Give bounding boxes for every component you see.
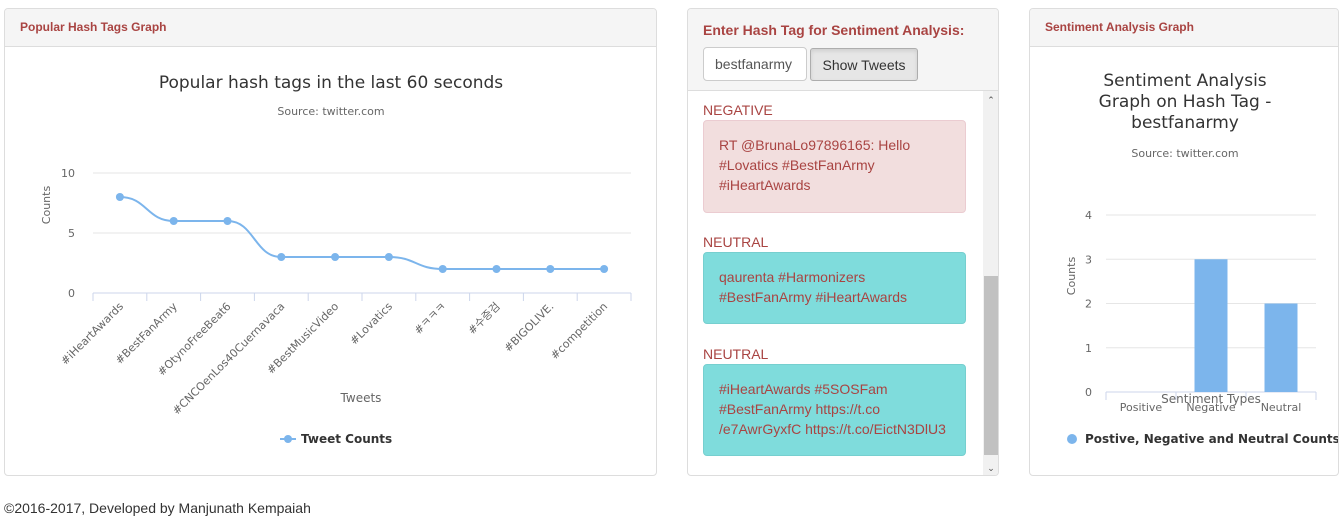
sentiment-label: NEUTRAL	[703, 346, 769, 362]
y-tick-label: 2	[1085, 298, 1092, 311]
popular-hashtags-chart: Popular hash tags in the last 60 seconds…	[40, 73, 632, 446]
x-axis-label: Tweets	[340, 391, 382, 405]
tweet-item: qaurenta #Harmonizers #BestFanArmy #iHea…	[703, 252, 966, 324]
tweet-list-scrollbar[interactable]: ⌃ ⌄	[983, 91, 998, 475]
chart-title-line: Graph on Hash Tag -	[1099, 92, 1272, 112]
data-point	[169, 217, 178, 225]
y-tick-label: 1	[1085, 342, 1092, 355]
chart-legend[interactable]: Tweet Counts	[280, 432, 392, 446]
x-tick-label: #Lovatics	[347, 300, 395, 348]
search-row: Show Tweets	[703, 47, 983, 81]
data-point	[223, 217, 232, 225]
y-tick-label: 0	[1085, 386, 1092, 399]
chart-subtitle: Source: twitter.com	[1131, 147, 1238, 160]
data-point	[546, 265, 555, 273]
show-tweets-button[interactable]: Show Tweets	[810, 48, 918, 81]
sentiment-label: NEUTRAL	[703, 234, 769, 250]
sentiment-graph-panel: Sentiment Analysis Graph Sentiment Analy…	[1029, 8, 1339, 476]
chart-title-line: Sentiment Analysis	[1103, 71, 1266, 91]
x-tick-label: Positive	[1120, 401, 1163, 414]
sentiment-input-header: Enter Hash Tag for Sentiment Analysis: S…	[688, 9, 998, 91]
data-point	[492, 265, 501, 273]
data-point	[331, 253, 340, 261]
legend-marker-icon	[284, 435, 292, 443]
chart-subtitle: Source: twitter.com	[277, 105, 384, 118]
data-point	[600, 265, 609, 273]
legend-label: Postive, Negative and Neutral Counts	[1085, 432, 1338, 446]
popular-hashtags-panel: Popular Hash Tags Graph Popular hash tag…	[4, 8, 657, 476]
hashtag-prompt: Enter Hash Tag for Sentiment Analysis:	[703, 22, 965, 38]
chart-legend[interactable]: Postive, Negative and Neutral Counts	[1067, 432, 1338, 446]
data-point	[384, 253, 393, 261]
y-axis-label: Counts	[40, 186, 53, 225]
y-tick-label: 4	[1085, 209, 1092, 222]
sentiment-bar-chart: Sentiment Analysis Graph on Hash Tag - b…	[1065, 71, 1338, 446]
tweet-list[interactable]: NEGATIVE RT @BrunaLo97896165: Hello #Lov…	[688, 91, 984, 475]
data-point	[277, 253, 286, 261]
x-tick-label: #ㅋㅋㅋ	[412, 300, 449, 337]
y-tick-label: 0	[68, 287, 75, 300]
x-tick-label: #수증검	[465, 300, 502, 337]
bar	[1264, 303, 1298, 392]
scroll-thumb[interactable]	[984, 276, 998, 455]
sentiment-label: NEGATIVE	[703, 102, 773, 118]
tweet-item: RT @BrunaLo97896165: Hello #Lovatics #Be…	[703, 120, 966, 213]
x-tick-label: #BIGOLIVE.	[502, 300, 557, 355]
y-axis-label: Counts	[1065, 257, 1078, 296]
legend-label: Tweet Counts	[301, 432, 392, 446]
y-tick-label: 3	[1085, 253, 1092, 266]
x-tick-label: #CNCOenLos40Cuernavaca	[170, 300, 287, 417]
y-tick-label: 5	[68, 227, 75, 240]
chart-title-line: bestfanarmy	[1131, 113, 1239, 133]
x-tick-label: #competition	[548, 300, 610, 362]
sentiment-input-panel: Enter Hash Tag for Sentiment Analysis: S…	[687, 8, 999, 476]
x-tick-label: Neutral	[1261, 401, 1302, 414]
y-tick-label: 10	[61, 167, 75, 180]
footer-credit: ©2016-2017, Developed by Manjunath Kempa…	[4, 500, 311, 516]
scroll-down-icon[interactable]: ⌄	[983, 461, 998, 475]
legend-marker-icon	[1067, 434, 1077, 444]
panel-heading: Sentiment Analysis Graph	[1030, 9, 1338, 47]
data-point	[438, 265, 447, 273]
x-axis-label: Sentiment Types	[1161, 392, 1261, 406]
hashtag-input[interactable]	[703, 47, 807, 81]
chart-title: Popular hash tags in the last 60 seconds	[159, 73, 503, 93]
scroll-up-icon[interactable]: ⌃	[983, 93, 998, 107]
bar	[1194, 259, 1228, 392]
panel-heading: Popular Hash Tags Graph	[5, 9, 656, 47]
tweet-item: #iHeartAwards #5SOSFam #BestFanArmy http…	[703, 364, 966, 456]
data-point	[115, 193, 124, 201]
